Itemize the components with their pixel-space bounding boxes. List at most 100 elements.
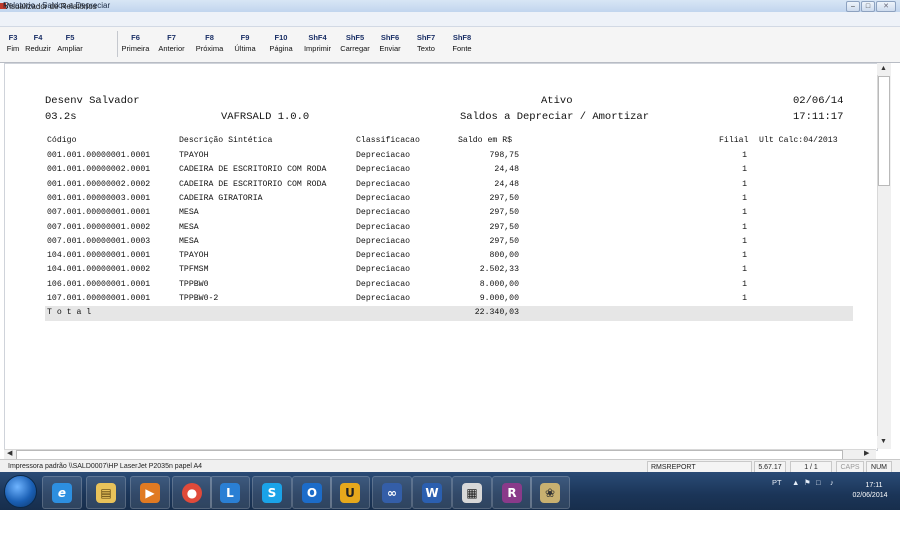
report-status: Ativo	[541, 95, 573, 107]
start-button[interactable]	[4, 475, 37, 508]
crossword-app-icon[interactable]: ▦	[452, 476, 492, 509]
hotkey-label: ShF4	[308, 33, 327, 42]
window-title-bar	[0, 0, 900, 12]
cell-classification: Depreciacao	[356, 151, 411, 160]
cell-description: TPAYOH	[179, 251, 209, 261]
file-explorer-icon[interactable]: ▤	[86, 476, 126, 509]
cell-code: 007.001.00000001.0001	[47, 208, 151, 218]
column-header-branch: Filial	[719, 136, 749, 145]
clock-date[interactable]: 02/06/2014	[846, 492, 894, 499]
cell-branch: 1	[742, 165, 747, 175]
toolbar: F3 Fim F4 Reduzir F5 Ampliar F6 Primeira F7 A…	[0, 27, 900, 63]
cell-balance: 297,50	[489, 208, 519, 218]
minimize-button[interactable]: –	[846, 1, 860, 12]
cell-description: TPPBW0-2	[179, 294, 219, 303]
cell-code: 001.001.00000002.0001	[47, 165, 151, 175]
scroll-right-arrow-icon[interactable]: ▶	[864, 449, 869, 459]
cell-code: 001.001.00000001.0001	[47, 151, 151, 160]
maximize-button[interactable]: □	[861, 1, 875, 12]
column-header-classification: Classificacao	[356, 136, 420, 145]
cell-description: TPFMSM	[179, 265, 209, 275]
button-label: Primeira	[121, 44, 150, 53]
column-header-balance: Saldo em R$	[458, 136, 513, 145]
cell-balance: 8.000,00	[479, 279, 519, 289]
cell-branch: 1	[742, 179, 747, 189]
ultraedit-icon[interactable]: U	[330, 476, 370, 509]
cell-code: 007.001.00000001.0003	[47, 236, 151, 246]
hotkey-label: ShF8	[452, 33, 472, 42]
connectivity-icon[interactable]: ∞	[372, 476, 412, 509]
last-page-button[interactable]: F9 Última	[231, 29, 259, 54]
cell-code: 104.001.00000001.0002	[47, 265, 151, 275]
report-version: 03.2s	[45, 111, 77, 123]
clock-time[interactable]: 17:11	[854, 482, 894, 489]
cell-code: 001.001.00000002.0002	[47, 179, 151, 189]
reduce-button[interactable]: F4 Reduzir	[24, 29, 52, 54]
send-button[interactable]: ShF6 Enviar	[374, 29, 406, 54]
cell-description: TPAYOH	[179, 151, 209, 160]
enlarge-button[interactable]: F5 Ampliar	[55, 29, 85, 54]
lync-icon[interactable]: L	[210, 476, 250, 509]
hotkey-label: F10	[274, 33, 288, 42]
show-hidden-icons-icon[interactable]: ▲	[792, 478, 799, 487]
menu-title[interactable]: Visualizador de Relatórios	[4, 0, 97, 14]
report-time: 17:11:17	[793, 111, 844, 123]
previous-page-button[interactable]: F7 Anterior	[155, 29, 188, 54]
first-page-button[interactable]: F6 Primeira	[119, 29, 152, 54]
network-icon[interactable]: □	[816, 478, 821, 487]
vertical-scroll-thumb[interactable]	[878, 76, 890, 186]
button-label: Página	[269, 44, 293, 53]
cell-branch: 1	[742, 251, 747, 261]
hotkey-label: F7	[167, 33, 176, 42]
cell-code: 107.001.00000001.0001	[47, 294, 151, 303]
next-page-button[interactable]: F8 Próxima	[193, 29, 226, 54]
button-label: Ampliar	[57, 44, 83, 53]
page-button[interactable]: F10 Página	[266, 29, 296, 54]
cell-description: CADEIRA DE ESCRITORIO COM RODA	[179, 179, 327, 189]
hotkey-label: F8	[205, 33, 214, 42]
end-button[interactable]: F3 Fim	[4, 29, 22, 54]
column-header-code: Código	[47, 136, 77, 145]
media-player-icon[interactable]: ▶	[130, 476, 170, 509]
report-date: 02/06/14	[793, 95, 844, 107]
close-button[interactable]: ✕	[876, 1, 896, 12]
cell-classification: Depreciacao	[356, 179, 411, 189]
internet-explorer-icon[interactable]: e	[42, 476, 82, 509]
cell-code: 007.001.00000001.0002	[47, 222, 151, 232]
paint-icon[interactable]: ❀	[530, 476, 570, 509]
winrar-icon[interactable]: R	[492, 476, 532, 509]
cell-balance: 297,50	[489, 222, 519, 232]
cell-balance: 9.000,00	[479, 294, 519, 303]
cell-branch: 1	[742, 236, 747, 246]
scroll-up-arrow-icon[interactable]: ▲	[877, 63, 890, 75]
word-icon[interactable]: W	[412, 476, 452, 509]
cell-branch: 1	[742, 151, 747, 160]
cell-classification: Depreciacao	[356, 236, 411, 246]
hotkey-label: ShF5	[345, 33, 365, 42]
action-center-flag-icon[interactable]: ⚑	[804, 478, 811, 487]
language-indicator[interactable]: PT	[772, 478, 782, 487]
print-button[interactable]: ShF4 Imprimir	[299, 29, 336, 54]
skype-icon[interactable]: S	[252, 476, 292, 509]
program-name: VAFRSALD 1.0.0	[221, 111, 310, 123]
font-button[interactable]: ShF8 Fonte	[446, 29, 478, 54]
volume-icon[interactable]: ♪	[830, 478, 834, 487]
text-button[interactable]: ShF7 Texto	[410, 29, 442, 54]
report-viewer[interactable]: Desenv Salvador 03.2s VAFRSALD 1.0.0 Ati…	[4, 63, 878, 451]
button-label: Anterior	[158, 44, 185, 53]
cell-balance: 24,48	[494, 179, 519, 189]
scroll-left-arrow-icon[interactable]: ◀	[7, 449, 12, 459]
toolbar-divider	[117, 31, 118, 57]
cell-code: 106.001.00000001.0001	[47, 279, 151, 289]
report-title: Saldos a Depreciar / Amortizar	[460, 111, 650, 123]
outlook-icon[interactable]: O	[292, 476, 332, 509]
cell-classification: Depreciacao	[356, 165, 411, 175]
chrome-icon[interactable]: ●	[172, 476, 212, 509]
load-button[interactable]: ShF5 Carregar	[337, 29, 373, 54]
cell-classification: Depreciacao	[356, 193, 411, 203]
hotkey-label: F9	[240, 33, 250, 42]
hotkey-label: F3	[8, 33, 18, 42]
scroll-down-arrow-icon[interactable]: ▼	[877, 436, 890, 448]
cell-description: TPPBW0	[179, 279, 209, 289]
hotkey-label: F6	[131, 33, 140, 42]
